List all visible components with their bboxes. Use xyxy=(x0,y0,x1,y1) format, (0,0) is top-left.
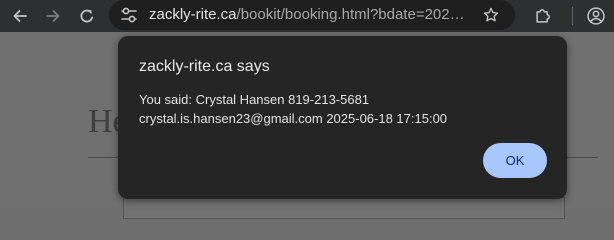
ok-button[interactable]: OK xyxy=(483,143,547,178)
url-path: /bookit/booking.html?bdate=202… xyxy=(236,6,465,23)
url-text[interactable]: zackly-rite.ca/bookit/booking.html?bdate… xyxy=(149,6,467,24)
alert-dialog: zackly-rite.ca says You said: Crystal Ha… xyxy=(118,36,567,199)
dialog-title: zackly-rite.ca says xyxy=(139,58,270,75)
extensions-puzzle-icon[interactable] xyxy=(531,4,555,28)
bookmark-star-icon[interactable] xyxy=(482,6,500,24)
forward-arrow-icon[interactable] xyxy=(41,4,65,28)
dialog-message-line-1: You said: Crystal Hansen 819-213-5681 xyxy=(139,92,370,107)
toolbar-divider xyxy=(572,7,573,25)
dialog-message-line-2: crystal.is.hansen23@gmail.com 2025-06-18… xyxy=(139,111,448,126)
page-form-box xyxy=(123,197,565,219)
profile-avatar-icon[interactable] xyxy=(584,4,608,28)
address-bar[interactable]: zackly-rite.ca/bookit/booking.html?bdate… xyxy=(109,0,515,30)
back-arrow-icon[interactable] xyxy=(8,4,32,28)
browser-toolbar: zackly-rite.ca/bookit/booking.html?bdate… xyxy=(0,0,614,32)
reload-icon[interactable] xyxy=(75,4,99,28)
url-host: zackly-rite.ca xyxy=(149,6,237,23)
site-info-icon[interactable] xyxy=(120,7,138,23)
dialog-message: You said: Crystal Hansen 819-213-5681 cr… xyxy=(139,90,447,128)
